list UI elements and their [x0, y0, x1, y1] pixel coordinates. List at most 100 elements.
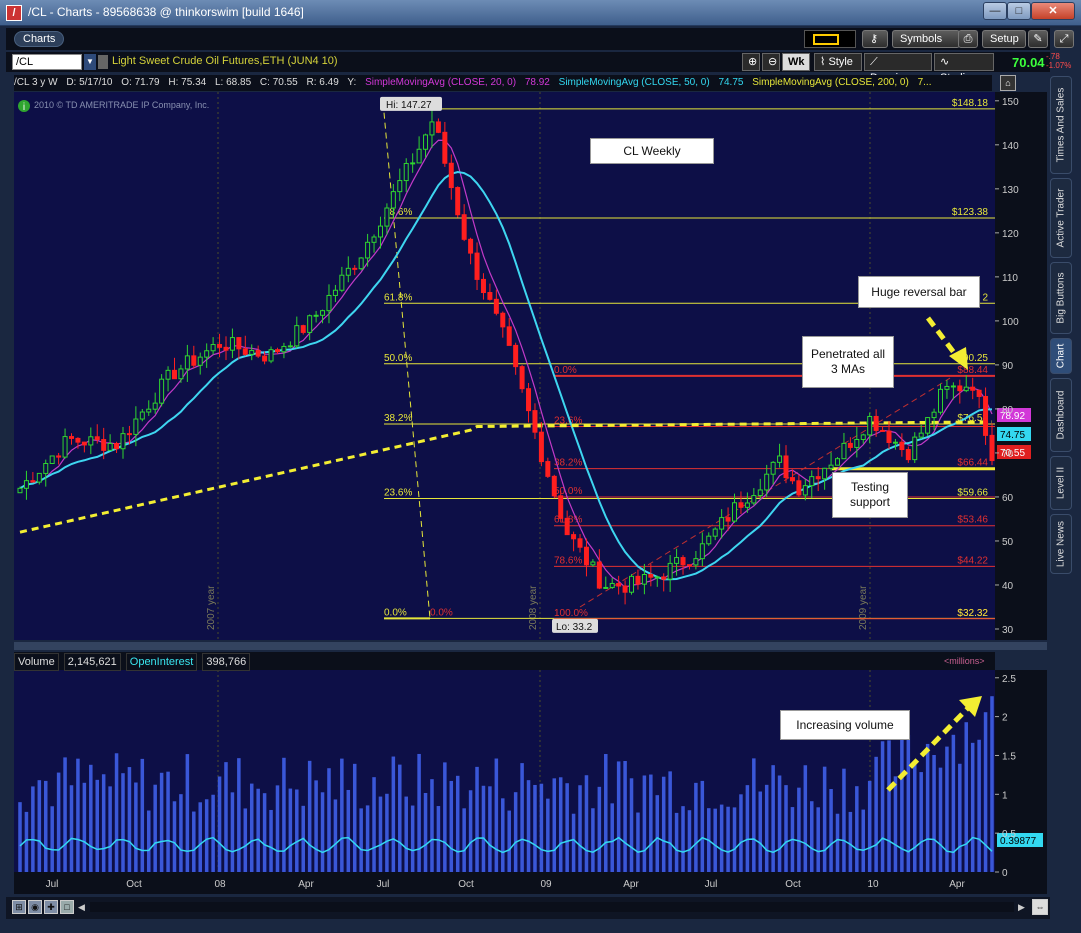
volume-bar — [629, 778, 634, 872]
x-tick-label: Oct — [458, 879, 474, 890]
candle-body — [686, 564, 692, 567]
candle-body — [435, 121, 441, 133]
volume-bar — [378, 796, 383, 872]
volume-bar — [616, 761, 621, 872]
candle-body — [667, 562, 673, 580]
volume-bar — [436, 806, 441, 872]
candle-body — [287, 345, 293, 348]
candle-body — [693, 558, 699, 566]
volume-bar — [269, 809, 273, 872]
scroll-right-icon[interactable]: ▶ — [1018, 902, 1028, 912]
volume-bar — [410, 805, 415, 872]
volume-bar — [584, 775, 589, 872]
volume-bar — [307, 760, 312, 872]
volume-bar — [82, 782, 87, 872]
volume-bar — [198, 802, 202, 872]
volume-bar — [829, 789, 833, 872]
candle-body — [101, 439, 107, 451]
candle-body — [81, 441, 87, 446]
candle-body — [107, 443, 113, 451]
x-tick-label: Oct — [785, 879, 801, 890]
volume-bar — [237, 758, 241, 872]
candle-body — [352, 267, 358, 270]
volume-bar — [681, 806, 685, 872]
candle-body — [191, 355, 197, 366]
fit-chart-icon[interactable]: ⇔ — [1032, 899, 1048, 915]
price-tick-label: 30 — [1002, 625, 1014, 636]
volume-bar — [37, 780, 42, 872]
price-badge-label: 74.75 — [1000, 430, 1025, 441]
volume-value: 2,145,621 — [63, 653, 121, 671]
candle-body — [43, 462, 49, 474]
candle-body — [629, 575, 635, 593]
chart-canvas[interactable]: 2007 year 2008 year 2009 year $148.18 78.6%… — [0, 0, 1081, 933]
candle-body — [609, 582, 615, 588]
volume-bar — [192, 811, 196, 872]
volume-bar — [282, 757, 286, 872]
candle-body — [423, 134, 429, 150]
candle-body — [944, 385, 950, 390]
volume-bar — [816, 807, 820, 872]
x-tick-label: Jul — [705, 879, 718, 890]
volume-bar — [674, 812, 679, 872]
volume-bar — [76, 758, 80, 872]
fib2-level-pct: 0.0% — [554, 365, 577, 376]
volume-bar — [230, 792, 235, 872]
volume-bar — [475, 766, 479, 872]
drawing-mode-icon[interactable]: ✚ — [44, 900, 58, 914]
volume-bar — [642, 775, 647, 872]
candle-body — [558, 495, 564, 519]
volume-tick-label: 2 — [1002, 713, 1008, 724]
scroll-left-icon[interactable]: ◀ — [78, 902, 88, 912]
cursor-mode-icon[interactable]: ⊞ — [12, 900, 26, 914]
price-tick-label: 100 — [1002, 317, 1019, 328]
fib-level-pct: 23.6% — [384, 487, 412, 498]
candle-body — [847, 442, 853, 448]
candle-body — [184, 355, 190, 370]
volume-bar — [404, 796, 408, 872]
volume-bar — [687, 810, 692, 872]
fib-extra-label: 0.0% — [430, 607, 453, 618]
candle-body — [583, 546, 589, 566]
candle-body — [300, 325, 306, 333]
year-label: 2008 year — [528, 585, 539, 630]
candle-body — [912, 436, 918, 461]
volume-bar — [900, 735, 904, 872]
volume-bar — [912, 761, 917, 872]
candle-body — [56, 455, 62, 458]
volume-bar — [970, 742, 975, 872]
candle-body — [30, 480, 36, 483]
candle-body — [719, 517, 725, 530]
scroll-track[interactable] — [90, 902, 1014, 912]
candle-body — [448, 162, 454, 189]
penetrated-note-line1: Penetrated all — [810, 347, 886, 361]
volume-bar — [623, 761, 627, 872]
candle-body — [365, 241, 371, 259]
volume-bar — [777, 775, 782, 872]
volume-bar — [423, 792, 428, 872]
candle-body — [217, 344, 223, 348]
expand-icon[interactable]: □ — [60, 900, 74, 914]
volume-bar — [494, 758, 499, 872]
candle-body — [854, 438, 860, 448]
candle-body — [410, 162, 416, 165]
volume-bar — [668, 771, 672, 872]
volume-bar — [745, 785, 750, 872]
volume-bar — [288, 788, 293, 872]
price-tick-label: 150 — [1002, 97, 1019, 108]
volume-bar — [771, 765, 775, 872]
volume-bar — [50, 806, 54, 872]
price-tick-label: 120 — [1002, 229, 1019, 240]
volume-bar — [417, 753, 421, 872]
candle-body — [120, 433, 126, 450]
volume-bar — [69, 785, 74, 872]
volume-bar — [810, 801, 814, 872]
candle-body — [75, 437, 81, 443]
volume-tick-label: 1.5 — [1002, 751, 1016, 762]
candle-body — [841, 442, 847, 460]
price-tick-label: 90 — [1002, 361, 1014, 372]
fib-level-pct: 0.0% — [384, 607, 407, 618]
volume-bar — [533, 784, 537, 872]
zoom-mode-icon[interactable]: ◉ — [28, 900, 42, 914]
millions-label: <millions> — [944, 656, 985, 666]
